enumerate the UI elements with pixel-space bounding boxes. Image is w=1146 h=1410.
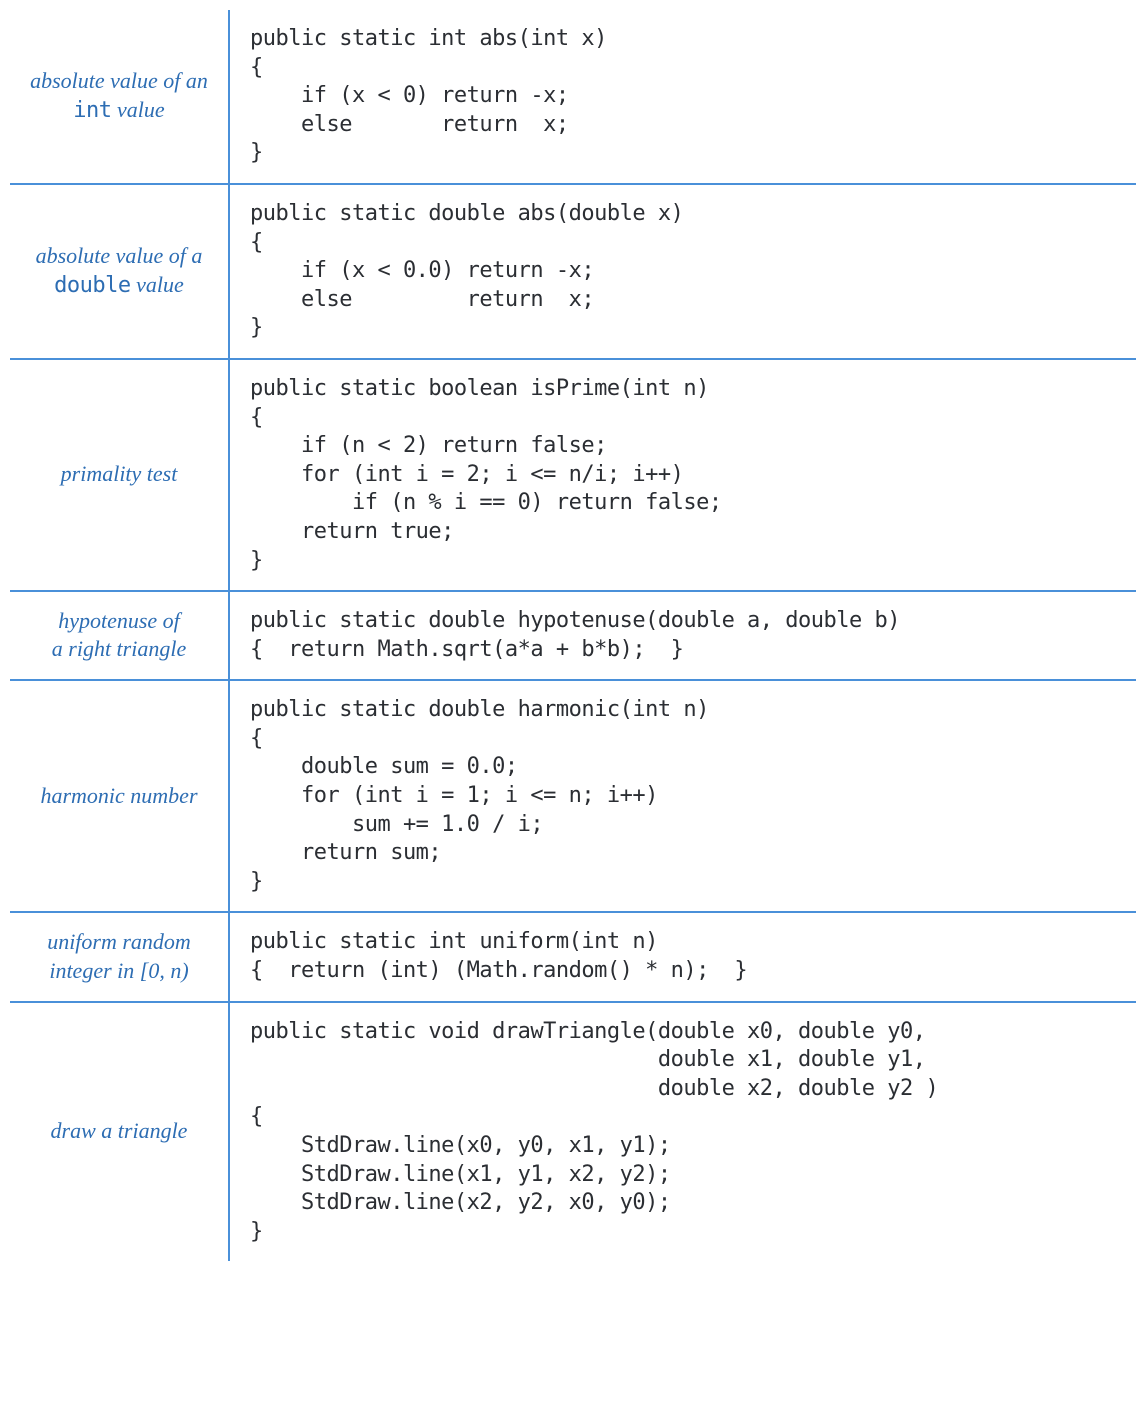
code-block: public static int uniform(int n) { retur… — [250, 928, 747, 985]
label-post: value — [112, 97, 165, 122]
code-block: public static double hypotenuse(double a… — [250, 607, 900, 664]
code-block: public static double abs(double x) { if … — [250, 200, 683, 343]
row-label: uniform randominteger in [0, n) — [47, 928, 191, 986]
row-code-cell: public static double abs(double x) { if … — [230, 185, 1136, 358]
row-label-cell: uniform randominteger in [0, n) — [10, 913, 230, 1000]
label-pre: hypotenuse ofa right triangle — [52, 608, 186, 662]
label-post: value — [131, 272, 184, 297]
row-label: draw a triangle — [51, 1117, 188, 1147]
table-row: harmonic number public static double har… — [10, 679, 1136, 911]
label-pre: harmonic number — [40, 783, 197, 808]
row-code-cell: public static int abs(int x) { if (x < 0… — [230, 10, 1136, 183]
code-block: public static int abs(int x) { if (x < 0… — [250, 25, 607, 168]
row-label: absolute value of an int value — [30, 67, 208, 125]
table-row: hypotenuse ofa right triangle public sta… — [10, 590, 1136, 679]
row-label: harmonic number — [40, 782, 197, 812]
row-label-cell: absolute value of an int value — [10, 10, 230, 183]
table-row: uniform randominteger in [0, n) public s… — [10, 911, 1136, 1000]
row-code-cell: public static void drawTriangle(double x… — [230, 1003, 1136, 1262]
row-label-cell: absolute value of a double value — [10, 185, 230, 358]
row-label-cell: draw a triangle — [10, 1003, 230, 1262]
label-pre: draw a triangle — [51, 1118, 188, 1143]
row-code-cell: public static boolean isPrime(int n) { i… — [230, 360, 1136, 590]
row-label-cell: harmonic number — [10, 681, 230, 911]
row-code-cell: public static double hypotenuse(double a… — [230, 592, 1136, 679]
row-label: primality test — [61, 460, 178, 490]
row-code-cell: public static int uniform(int n) { retur… — [230, 913, 1136, 1000]
label-post: [0, n) — [140, 958, 189, 983]
label-pre: primality test — [61, 461, 178, 486]
table-row: primality test public static boolean isP… — [10, 358, 1136, 590]
label-pre: absolute value of a — [36, 243, 203, 268]
code-block: public static double harmonic(int n) { d… — [250, 696, 709, 896]
label-pre: absolute value of an — [30, 68, 208, 93]
row-label-cell: hypotenuse ofa right triangle — [10, 592, 230, 679]
table-row: absolute value of a double value public s… — [10, 183, 1136, 358]
code-block: public static boolean isPrime(int n) { i… — [250, 375, 722, 575]
table-row: absolute value of an int value public sta… — [10, 10, 1136, 183]
row-label: hypotenuse ofa right triangle — [52, 607, 186, 665]
row-label: absolute value of a double value — [36, 242, 203, 300]
row-label-cell: primality test — [10, 360, 230, 590]
table-row: draw a triangle public static void drawT… — [10, 1001, 1136, 1262]
row-code-cell: public static double harmonic(int n) { d… — [230, 681, 1136, 911]
label-mono: double — [54, 273, 130, 298]
code-block: public static void drawTriangle(double x… — [250, 1018, 938, 1247]
function-table: absolute value of an int value public sta… — [10, 10, 1136, 1261]
label-mono: int — [73, 98, 111, 123]
